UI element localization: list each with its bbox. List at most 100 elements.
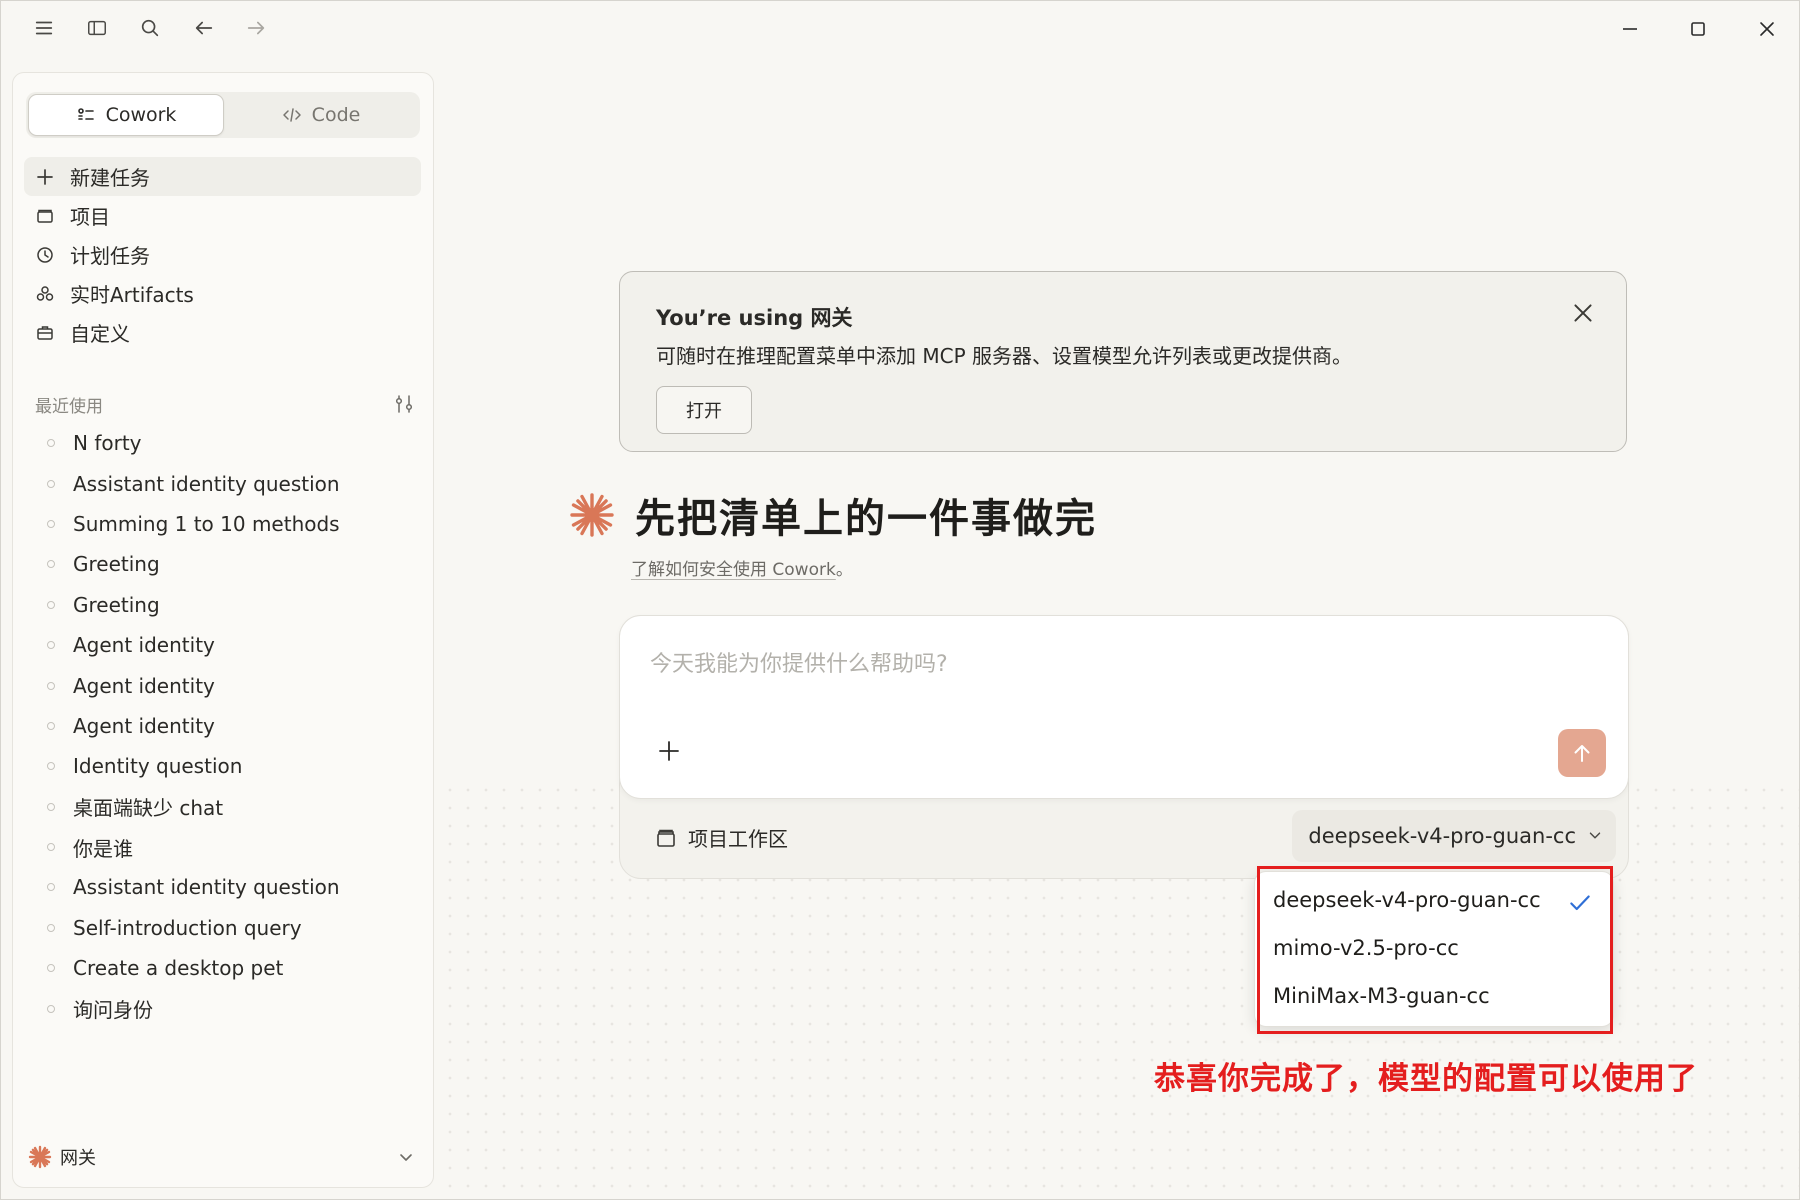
recent-item[interactable]: N forty bbox=[35, 423, 415, 463]
check-icon bbox=[1570, 895, 1590, 911]
recent-item[interactable]: Self-introduction query bbox=[35, 908, 415, 948]
learn-cowork-link[interactable]: 了解如何安全使用 Cowork bbox=[631, 560, 836, 580]
claude-logo-icon bbox=[28, 1145, 52, 1169]
recent-item[interactable]: Summing 1 to 10 methods bbox=[35, 504, 415, 544]
tab-cowork[interactable]: Cowork bbox=[28, 94, 224, 136]
hero-subtitle: 了解如何安全使用 Cowork。 bbox=[631, 555, 853, 580]
bullet-icon bbox=[47, 802, 55, 811]
artifacts-icon bbox=[34, 283, 56, 305]
gateway-banner: You’re using 网关 可随时在推理配置菜单中添加 MCP 服务器、设置… bbox=[619, 271, 1627, 452]
briefcase-icon bbox=[34, 322, 56, 344]
maximize-button[interactable] bbox=[1678, 13, 1718, 45]
recent-item-label: Create a desktop pet bbox=[73, 956, 284, 981]
minimize-button[interactable] bbox=[1610, 13, 1650, 45]
arrow-up-icon bbox=[1574, 745, 1590, 762]
nav-new-task[interactable]: 新建任务 bbox=[24, 157, 421, 196]
model-dropdown: deepseek-v4-pro-guan-cc mimo-v2.5-pro-cc… bbox=[1254, 871, 1614, 1027]
recent-item[interactable]: 询问身份 bbox=[35, 988, 415, 1028]
model-selector-value: deepseek-v4-pro-guan-cc bbox=[1308, 824, 1576, 848]
nav-scheduled-tasks[interactable]: 计划任务 bbox=[24, 235, 421, 274]
recent-item[interactable]: Agent identity bbox=[35, 625, 415, 665]
recent-item[interactable]: Greeting bbox=[35, 585, 415, 625]
recent-item[interactable]: Assistant identity question bbox=[35, 463, 415, 503]
mode-switcher: Cowork Code bbox=[26, 92, 420, 138]
composer: 今天我能为你提供什么帮助吗? bbox=[619, 615, 1629, 799]
model-selector[interactable]: deepseek-v4-pro-guan-cc bbox=[1292, 810, 1616, 862]
bullet-icon bbox=[47, 762, 55, 771]
bullet-icon bbox=[47, 641, 55, 650]
recent-item[interactable]: Greeting bbox=[35, 544, 415, 584]
app-window: Cowork Code 新建任务 项目 计划任务 实时Artifacts 自定义… bbox=[0, 0, 1800, 1200]
close-icon[interactable] bbox=[1570, 300, 1596, 326]
tab-code[interactable]: Code bbox=[224, 94, 418, 136]
search-icon[interactable] bbox=[135, 13, 165, 43]
close-window-button[interactable] bbox=[1747, 13, 1787, 45]
tab-code-label: Code bbox=[311, 104, 361, 126]
nav-live-artifacts-label: 实时Artifacts bbox=[70, 283, 194, 307]
nav-live-artifacts[interactable]: 实时Artifacts bbox=[24, 274, 421, 313]
annotation-text: 恭喜你完成了，模型的配置可以使用了 bbox=[1154, 1061, 1698, 1097]
send-button[interactable] bbox=[1558, 729, 1606, 777]
workspace-label: 项目工作区 bbox=[688, 827, 788, 851]
nav-projects[interactable]: 项目 bbox=[24, 196, 421, 235]
title-bar bbox=[1, 1, 1799, 57]
recent-item[interactable]: Identity question bbox=[35, 746, 415, 786]
recent-item-label: Assistant identity question bbox=[73, 471, 340, 496]
menu-icon[interactable] bbox=[29, 13, 59, 43]
banner-text: 可随时在推理配置菜单中添加 MCP 服务器、设置模型允许列表或更改提供商。 bbox=[656, 344, 1352, 368]
account-switcher[interactable]: 网关 bbox=[26, 1139, 422, 1175]
recent-list: N forty Assistant identity question Summ… bbox=[35, 423, 415, 1029]
bullet-icon bbox=[47, 600, 55, 609]
recent-item[interactable]: 你是谁 bbox=[35, 827, 415, 867]
nav-scheduled-label: 计划任务 bbox=[70, 244, 150, 268]
chevron-down-icon bbox=[1589, 832, 1601, 839]
bullet-icon bbox=[47, 519, 55, 528]
clock-icon bbox=[34, 244, 56, 266]
recent-item-label: Greeting bbox=[73, 552, 160, 577]
forward-arrow-icon[interactable] bbox=[241, 13, 271, 43]
recent-item-label: Greeting bbox=[73, 592, 160, 617]
bullet-icon bbox=[47, 721, 55, 730]
model-option[interactable]: MiniMax-M3-guan-cc bbox=[1273, 984, 1490, 1008]
project-workspace[interactable]: 项目工作区 bbox=[654, 823, 788, 852]
back-arrow-icon[interactable] bbox=[189, 13, 219, 43]
prompt-input[interactable]: 今天我能为你提供什么帮助吗? bbox=[650, 646, 948, 678]
recent-item-label: 询问身份 bbox=[73, 998, 153, 1023]
account-label: 网关 bbox=[60, 1148, 96, 1169]
filter-icon[interactable] bbox=[393, 393, 415, 415]
model-option[interactable]: mimo-v2.5-pro-cc bbox=[1273, 936, 1459, 960]
recent-item-label: Assistant identity question bbox=[73, 875, 340, 900]
bullet-icon bbox=[47, 1004, 55, 1013]
nav-customize[interactable]: 自定义 bbox=[24, 313, 421, 352]
code-icon bbox=[282, 108, 301, 122]
hero-subtitle-suffix: 。 bbox=[835, 560, 853, 580]
sidebar-toggle-icon[interactable] bbox=[82, 13, 112, 43]
claude-logo-icon bbox=[570, 493, 614, 537]
chevron-down-icon bbox=[400, 1154, 412, 1161]
bullet-icon bbox=[47, 439, 55, 448]
bullet-icon bbox=[47, 560, 55, 569]
recent-item[interactable]: Assistant identity question bbox=[35, 867, 415, 907]
recent-item-label: N forty bbox=[73, 431, 142, 456]
recent-item[interactable]: Create a desktop pet bbox=[35, 948, 415, 988]
add-attachment-icon[interactable] bbox=[656, 738, 682, 764]
model-option[interactable]: deepseek-v4-pro-guan-cc bbox=[1273, 888, 1541, 912]
recent-header: 最近使用 bbox=[35, 389, 415, 419]
cowork-icon bbox=[77, 108, 94, 120]
recent-item[interactable]: Agent identity bbox=[35, 665, 415, 705]
nav-projects-label: 项目 bbox=[70, 205, 110, 229]
recent-item[interactable]: 桌面端缺少 chat bbox=[35, 787, 415, 827]
recent-item-label: Summing 1 to 10 methods bbox=[73, 511, 340, 536]
plus-icon bbox=[34, 166, 56, 188]
recent-item-label: Agent identity bbox=[73, 633, 215, 658]
recent-item-label: Agent identity bbox=[73, 713, 215, 738]
bullet-icon bbox=[47, 923, 55, 932]
recent-item[interactable]: Agent identity bbox=[35, 706, 415, 746]
bullet-icon bbox=[47, 479, 55, 488]
folder-icon bbox=[657, 829, 675, 847]
hero-title: 先把清单上的一件事做完 bbox=[635, 496, 1097, 542]
bullet-icon bbox=[47, 843, 55, 852]
tab-cowork-label: Cowork bbox=[105, 104, 177, 126]
open-button[interactable]: 打开 bbox=[656, 386, 752, 434]
recent-item-label: Identity question bbox=[73, 754, 243, 779]
